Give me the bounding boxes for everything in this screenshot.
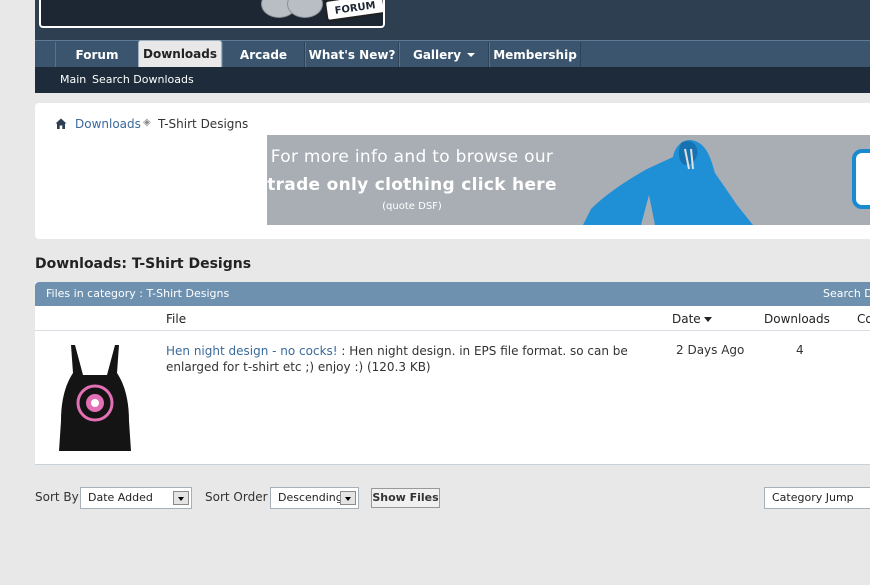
subnav-main[interactable]: Main [60,67,86,93]
banner-line-1: For more info and to browse our [270,147,554,167]
file-title-link[interactable]: Hen night design - no cocks! [166,344,338,358]
column-header-downloads[interactable]: Downloads [764,312,830,326]
subnav-search-downloads[interactable]: Search Downloads [92,67,194,93]
tab-arcade[interactable]: Arcade [222,42,305,68]
sub-nav: Main Search Downloads [35,67,870,93]
sort-order-label: Sort Order [205,490,268,504]
site-logo[interactable]: FORUM [39,0,385,28]
file-date: 2 Days Ago [676,343,745,357]
category-jump-select[interactable]: Category Jump [764,487,870,509]
category-jump-value: Category Jump [772,491,854,504]
page-title: Downloads: T-Shirt Designs [35,256,252,272]
table-caption: Files in category : T-Shirt Designs [46,287,230,300]
banner-note: (quote DSF) [382,201,442,212]
chevron-down-icon [467,53,476,57]
breadcrumb-current: T-Shirt Designs [158,117,249,131]
chevron-down-icon[interactable] [340,491,356,505]
breadcrumb-separator-icon: ◈ [143,117,151,128]
tab-gallery[interactable]: Gallery [399,42,489,68]
tab-forum[interactable]: Forum [55,42,139,68]
banner-badge [852,149,870,209]
sort-controls: Sort By Date Added Sort Order Descending… [35,487,870,509]
sort-by-label: Sort By [35,490,79,504]
main-nav: Forum Downloads Arcade What's New? Galle… [35,40,870,68]
column-header-comments[interactable]: Co [857,312,870,326]
table-row: Hen night design - no cocks! : Hen night… [35,330,870,464]
table-header-bar: Files in category : T-Shirt Designs Sear… [35,282,870,306]
tab-downloads[interactable]: Downloads [138,40,222,68]
tab-whats-new[interactable]: What's New? [305,42,399,68]
sort-by-value: Date Added [88,491,153,504]
chevron-down-icon[interactable] [173,491,189,505]
file-description: Hen night design - no cocks! : Hen night… [166,343,636,375]
sort-by-select[interactable]: Date Added [80,487,192,509]
column-header-file: File [166,312,187,326]
banner-line-2: trade only clothing click here [267,175,557,195]
logo-graphic [287,0,323,18]
column-header-date[interactable]: Date [672,312,712,326]
search-downloads-link[interactable]: Search Dc [823,282,870,306]
home-icon[interactable] [55,118,67,130]
file-download-count: 4 [796,343,804,357]
tab-gallery-label: Gallery [412,48,462,62]
tab-membership[interactable]: Membership [489,42,581,68]
site-header: FORUM Forum Downloads Arcade What's New?… [35,0,870,93]
ad-banner[interactable]: For more info and to browse our trade on… [267,135,870,225]
show-files-button[interactable]: Show Files [371,488,440,508]
sort-order-value: Descending [278,491,343,504]
sort-order-select[interactable]: Descending [270,487,359,509]
breadcrumb-panel: Downloads ◈ T-Shirt Designs For more inf… [35,103,870,239]
sort-desc-icon [703,317,712,322]
files-table: Files in category : T-Shirt Designs Sear… [35,282,870,465]
column-header-date-label: Date [672,312,701,326]
hoodie-image [583,139,753,225]
logo-forum-tag: FORUM [323,0,383,23]
breadcrumb-downloads-link[interactable]: Downloads [75,117,141,131]
tshirt-thumbnail[interactable] [55,341,135,453]
